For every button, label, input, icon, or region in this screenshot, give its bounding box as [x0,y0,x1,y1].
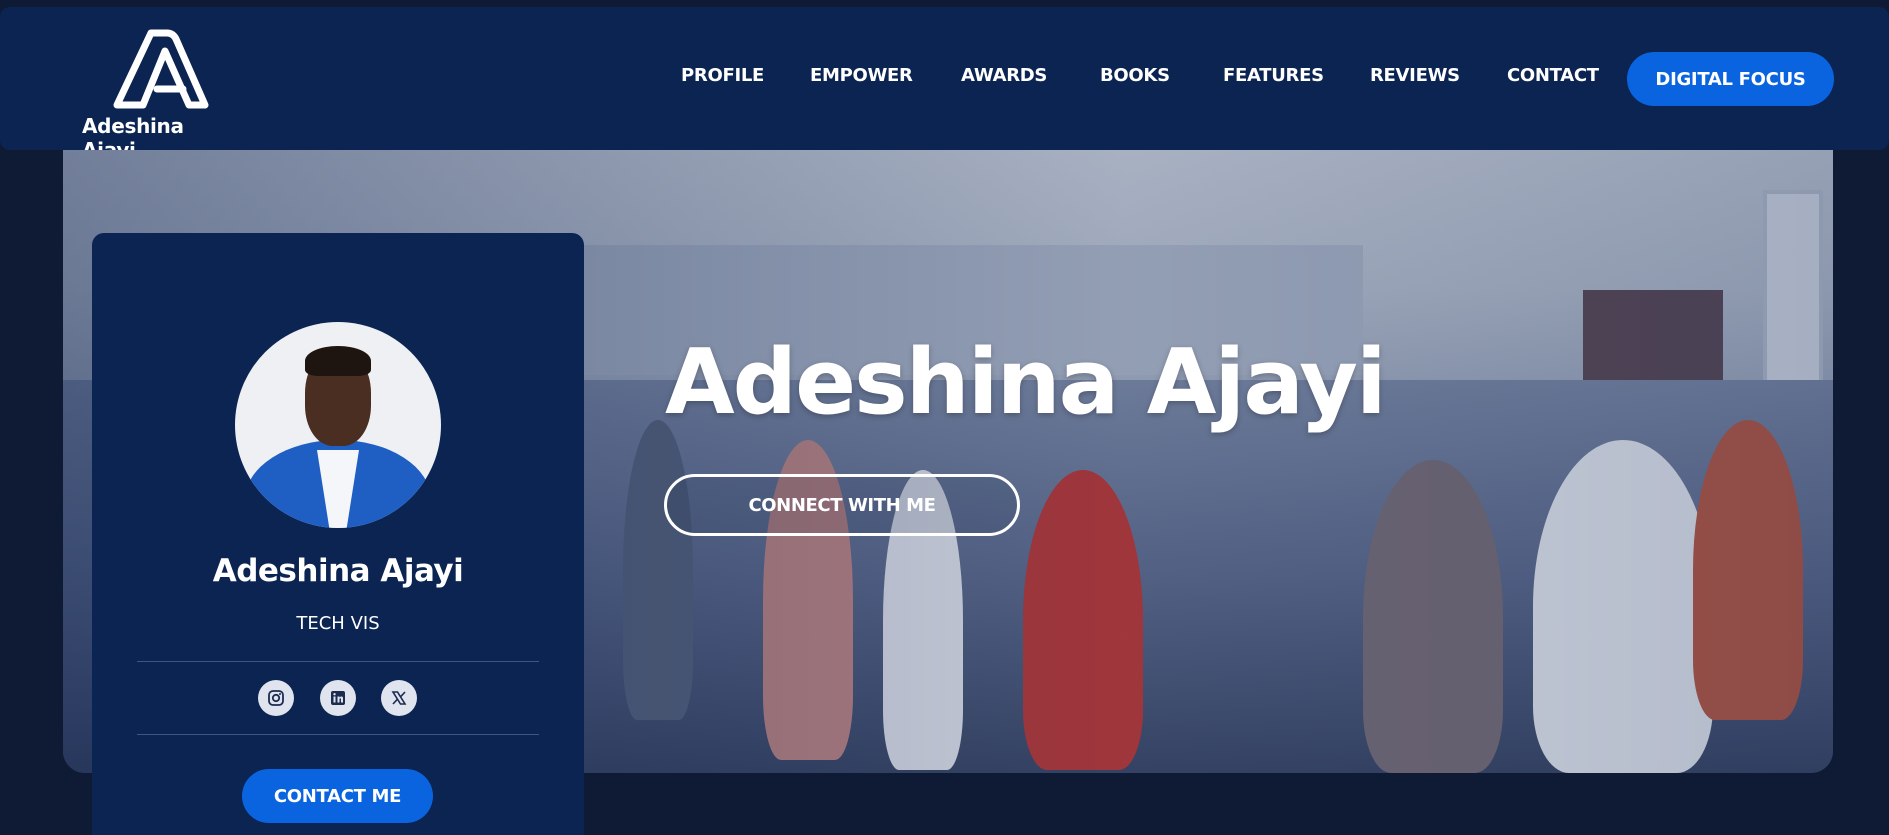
connect-with-me-button[interactable]: CONNECT WITH ME [664,474,1020,536]
contact-me-button[interactable]: CONTACT ME [242,769,433,823]
nav-profile[interactable]: PROFILE [681,65,764,86]
x-icon [391,691,407,705]
nav-contact[interactable]: CONTACT [1507,65,1599,86]
avatar-hair [305,346,371,376]
linkedin-link[interactable] [320,680,356,716]
digital-focus-button[interactable]: DIGITAL FOCUS [1627,52,1834,106]
instagram-icon [268,690,284,706]
logo-mark-icon [113,29,209,109]
page: Adeshina Ajayi PROFILE EMPOWER AWARDS BO… [0,0,1889,835]
profile-card: Adeshina Ajayi TECH VIS CONTACT ME [92,233,584,835]
linkedin-icon [331,691,345,705]
profile-role: TECH VIS [296,613,380,634]
nav-books[interactable]: BOOKS [1100,65,1170,86]
hero-title: Adeshina Ajayi [665,330,1387,435]
profile-name: Adeshina Ajayi [212,553,464,589]
logo[interactable]: Adeshina Ajayi [80,27,240,162]
nav-features[interactable]: FEATURES [1223,65,1324,86]
divider [137,734,539,735]
divider [137,661,539,662]
nav-empower[interactable]: EMPOWER [810,65,913,86]
x-link[interactable] [381,680,417,716]
nav-reviews[interactable]: REVIEWS [1370,65,1460,86]
nav-awards[interactable]: AWARDS [961,65,1047,86]
instagram-link[interactable] [258,680,294,716]
site-header: Adeshina Ajayi PROFILE EMPOWER AWARDS BO… [0,7,1889,162]
avatar [235,322,441,528]
